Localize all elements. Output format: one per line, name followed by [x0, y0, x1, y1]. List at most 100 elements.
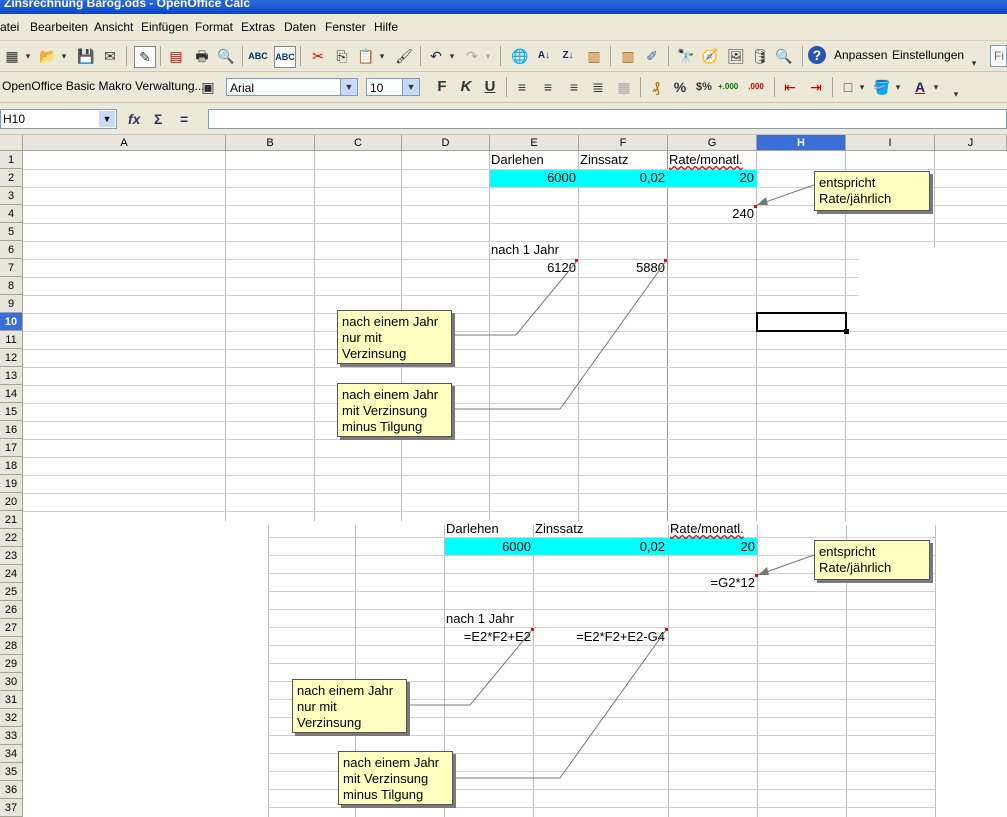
- print-preview-icon[interactable]: 🔍: [216, 46, 236, 66]
- paste-icon[interactable]: 📋: [356, 46, 376, 66]
- background-dropdown-icon[interactable]: ▾: [892, 77, 904, 97]
- chevron-down-icon[interactable]: ▼: [99, 111, 115, 127]
- menu-fenster[interactable]: Fenster: [325, 20, 366, 34]
- menu-daten[interactable]: Daten: [284, 20, 316, 34]
- zoom-icon[interactable]: 🔍: [774, 46, 794, 66]
- cut-icon[interactable]: ✂: [308, 46, 328, 66]
- currency-icon[interactable]: ₰: [646, 77, 666, 97]
- standard-format-button[interactable]: $%: [694, 77, 714, 97]
- comment-interest-minus-repayment[interactable]: nach einem Jahr mit Verzinsung minus Til…: [337, 383, 452, 437]
- percent-button[interactable]: %: [670, 77, 690, 97]
- spellcheck-icon[interactable]: ABC: [248, 46, 268, 66]
- navigator-icon[interactable]: 🧭: [700, 46, 720, 66]
- comment-rate-year[interactable]: entspricht Rate/jährlich: [814, 171, 930, 211]
- menu-bar: atei Bearbeiten Ansicht Einfügen Format …: [0, 14, 1007, 41]
- insert-chart-icon[interactable]: ▥: [618, 46, 638, 66]
- edit-file-icon[interactable]: ✎: [134, 46, 156, 68]
- einstellungen-button[interactable]: Einstellungen: [892, 48, 964, 62]
- toolbar-separator: [774, 77, 775, 97]
- font-color-dropdown-icon[interactable]: ▾: [930, 77, 942, 97]
- menu-datei[interactable]: atei: [0, 20, 19, 34]
- comment-rate-year[interactable]: entspricht Rate/jährlich: [814, 540, 930, 580]
- chevron-down-icon[interactable]: ▼: [340, 79, 357, 95]
- toolbar-separator: [802, 46, 803, 66]
- menu-bearbeiten[interactable]: Bearbeiten: [30, 20, 88, 34]
- borders-dropdown-icon[interactable]: ▾: [856, 77, 868, 97]
- comment-interest-only[interactable]: nach einem Jahr nur mit Verzinsung: [292, 679, 407, 733]
- menu-format[interactable]: Format: [195, 20, 233, 34]
- align-right-icon[interactable]: ≡: [564, 77, 584, 97]
- font-size-value: 10: [370, 81, 384, 95]
- redo-icon[interactable]: ↷: [462, 46, 482, 66]
- increase-indent-icon[interactable]: ⇥: [806, 77, 826, 97]
- print-icon[interactable]: 🖶: [192, 46, 212, 66]
- underline-button[interactable]: U: [480, 77, 500, 97]
- chart-icon[interactable]: ▥: [584, 46, 604, 66]
- bold-button[interactable]: F: [432, 77, 452, 97]
- delete-decimal-button[interactable]: .000: [746, 77, 766, 97]
- undo-icon[interactable]: ↶: [426, 46, 446, 66]
- toolbar-separator: [500, 46, 501, 66]
- open-folder-icon[interactable]: 📂: [38, 46, 58, 66]
- justify-icon[interactable]: ≣: [588, 77, 608, 97]
- find-replace-icon[interactable]: 🔭: [676, 46, 696, 66]
- redo-dropdown-icon[interactable]: ▾: [482, 46, 494, 66]
- formula-input[interactable]: [208, 109, 1007, 129]
- menu-einfuegen[interactable]: Einfügen: [141, 20, 188, 34]
- background-color-icon[interactable]: 🪣: [872, 77, 892, 97]
- email-icon[interactable]: ✉: [100, 46, 120, 66]
- formatting-toolbar: OpenOffice Basic Makro Verwaltung... ▣ A…: [0, 72, 1007, 103]
- toolbar-overflow-icon[interactable]: ▾: [950, 84, 962, 104]
- copy-icon[interactable]: ⎘: [332, 46, 352, 66]
- styles-icon[interactable]: ▣: [198, 77, 218, 97]
- help-icon[interactable]: ?: [808, 46, 826, 64]
- data-sources-icon[interactable]: 🛢: [750, 46, 770, 66]
- save-icon[interactable]: 💾: [76, 46, 96, 66]
- comment-interest-minus-repayment[interactable]: nach einem Jahr mit Verzinsung minus Til…: [338, 751, 453, 805]
- sort-ascending-icon[interactable]: A↓: [534, 46, 554, 66]
- undo-dropdown-icon[interactable]: ▾: [446, 46, 458, 66]
- leader-line: [452, 260, 578, 336]
- italic-button[interactable]: K: [456, 77, 476, 97]
- hyperlink-icon[interactable]: 🌐: [510, 46, 530, 66]
- macro-manager-button[interactable]: OpenOffice Basic Makro Verwaltung...: [2, 79, 205, 93]
- new-document-icon[interactable]: ▦: [2, 46, 22, 66]
- font-name-select[interactable]: Arial ▼: [226, 78, 358, 96]
- comment-line: nach einem Jahr: [297, 683, 394, 698]
- decrease-indent-icon[interactable]: ⇤: [780, 77, 800, 97]
- anpassen-button[interactable]: Anpassen: [834, 48, 887, 62]
- new-dropdown-icon[interactable]: ▾: [22, 46, 34, 66]
- export-pdf-icon[interactable]: ▤: [166, 46, 186, 66]
- toolbar-overflow-icon[interactable]: ▾: [968, 53, 980, 73]
- show-draw-icon[interactable]: ✐: [642, 46, 662, 66]
- borders-icon[interactable]: □: [838, 77, 858, 97]
- font-color-icon[interactable]: A: [910, 77, 930, 97]
- font-size-select[interactable]: 10 ▼: [366, 78, 420, 96]
- menu-extras[interactable]: Extras: [241, 20, 275, 34]
- name-box[interactable]: H10 ▼: [0, 109, 117, 129]
- align-left-icon[interactable]: ≡: [512, 77, 532, 97]
- sort-descending-icon[interactable]: Z↓: [558, 46, 578, 66]
- function-equals-icon[interactable]: =: [180, 111, 188, 127]
- comment-interest-only[interactable]: nach einem Jahr nur mit Verzinsung: [337, 310, 452, 364]
- comment-line: nur mit: [342, 330, 382, 345]
- find-input[interactable]: Fi: [990, 45, 1007, 67]
- function-wizard-icon[interactable]: fx: [128, 111, 140, 127]
- merge-cells-icon[interactable]: ▦: [614, 77, 634, 97]
- spreadsheet-grid[interactable]: A B C D E F G H I J 1 2 3 4 5 6 7 8 9 10…: [0, 135, 1007, 817]
- chevron-down-icon[interactable]: ▼: [402, 79, 419, 95]
- comment-line: mit Verzinsung: [342, 403, 428, 418]
- gallery-icon[interactable]: 🖼: [726, 46, 746, 66]
- standard-toolbar: ▦ ▾ 📂 ▾ 💾 ✉ ✎ ▤ 🖶 🔍 ABC ABC ✂ ⎘ 📋 ▾ 🖌 ↶ …: [0, 41, 1007, 72]
- sum-icon[interactable]: Σ: [154, 111, 162, 127]
- toolbar-separator: [242, 46, 243, 66]
- open-dropdown-icon[interactable]: ▾: [58, 46, 70, 66]
- align-center-icon[interactable]: ≡: [538, 77, 558, 97]
- format-paintbrush-icon[interactable]: 🖌: [394, 46, 414, 66]
- menu-ansicht[interactable]: Ansicht: [94, 20, 133, 34]
- menu-hilfe[interactable]: Hilfe: [374, 20, 398, 34]
- add-decimal-button[interactable]: +.000: [718, 77, 738, 97]
- paste-dropdown-icon[interactable]: ▾: [376, 46, 388, 66]
- toolbar-separator: [506, 77, 507, 97]
- auto-spellcheck-icon[interactable]: ABC: [274, 46, 296, 68]
